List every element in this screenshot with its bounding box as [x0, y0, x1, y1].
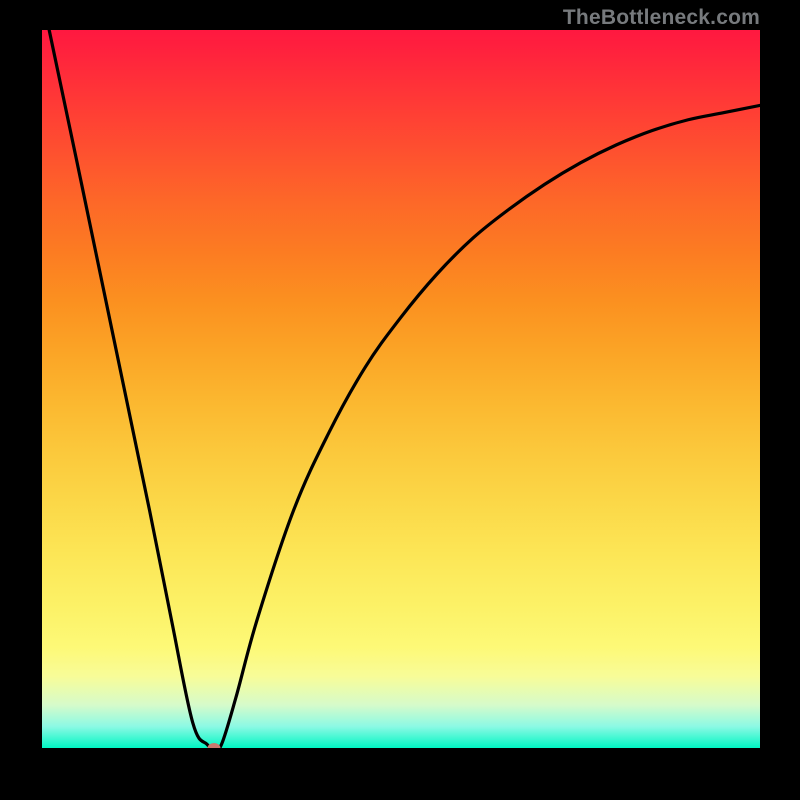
plot-area [42, 30, 760, 748]
bottleneck-curve [49, 30, 760, 748]
watermark-text: TheBottleneck.com [563, 6, 760, 30]
chart-frame: TheBottleneck.com [0, 0, 800, 800]
curve-svg [42, 30, 760, 748]
marker-dot [208, 743, 221, 748]
